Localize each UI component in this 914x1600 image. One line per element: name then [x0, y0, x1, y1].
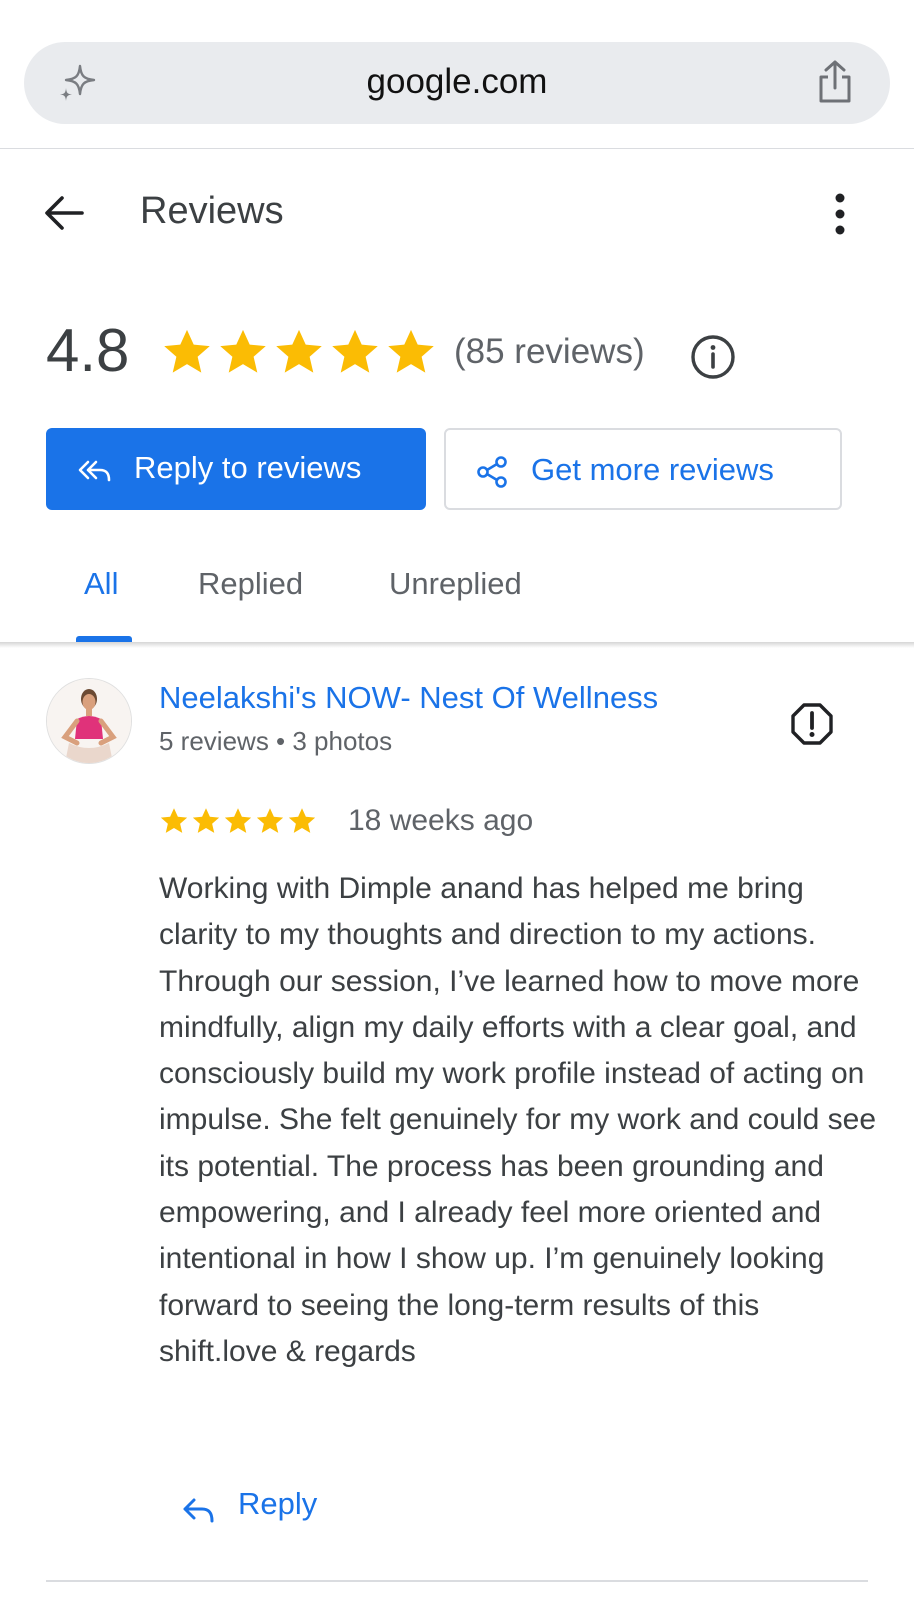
share-icon[interactable]: [812, 58, 858, 106]
rating-stars: [160, 326, 438, 378]
url-text[interactable]: google.com: [24, 62, 890, 102]
reply-to-reviews-button[interactable]: Reply to reviews: [46, 428, 426, 510]
tab-unreplied[interactable]: Unreplied: [389, 566, 522, 602]
page-title: Reviews: [140, 190, 284, 232]
reviewer-name[interactable]: Neelakshi's NOW- Nest Of Wellness: [159, 680, 658, 716]
review-text: Working with Dimple anand has helped me …: [159, 872, 877, 1368]
divider: [0, 148, 914, 149]
more-vert-icon[interactable]: [830, 192, 850, 236]
review-stars: [159, 806, 317, 836]
star-icon: [164, 329, 210, 373]
reply-label: Reply: [238, 1486, 318, 1521]
star-icon: [220, 329, 266, 373]
info-icon[interactable]: [690, 334, 736, 380]
tabs-shadow: [0, 642, 914, 648]
rating-average: 4.8: [46, 317, 130, 384]
star-icon: [332, 329, 378, 373]
star-icon: [276, 329, 322, 373]
flag-icon[interactable]: [790, 702, 834, 746]
star-icon: [192, 808, 220, 833]
share-nodes-icon: [477, 456, 507, 488]
tab-all[interactable]: All: [84, 566, 118, 602]
avatar[interactable]: [46, 678, 132, 764]
reply-all-icon: [78, 460, 111, 482]
review-time: 18 weeks ago: [348, 804, 534, 837]
avatar-image: [47, 679, 131, 763]
get-more-reviews-label: Get more reviews: [531, 452, 774, 487]
divider: [46, 1580, 868, 1582]
star-icon: [160, 808, 188, 833]
star-icon: [288, 808, 316, 833]
star-icon: [256, 808, 284, 833]
tab-replied[interactable]: Replied: [198, 566, 303, 602]
reply-button[interactable]: Reply: [180, 1486, 340, 1532]
reply-to-reviews-label: Reply to reviews: [134, 450, 362, 485]
review-count: (85 reviews): [454, 332, 645, 371]
get-more-reviews-button[interactable]: Get more reviews: [444, 428, 842, 510]
back-arrow-icon[interactable]: [42, 190, 88, 236]
star-icon: [388, 329, 434, 373]
address-bar[interactable]: google.com: [24, 42, 890, 124]
reviewer-meta: 5 reviews • 3 photos: [159, 726, 393, 756]
reply-icon: [183, 1498, 214, 1523]
star-icon: [224, 808, 252, 833]
